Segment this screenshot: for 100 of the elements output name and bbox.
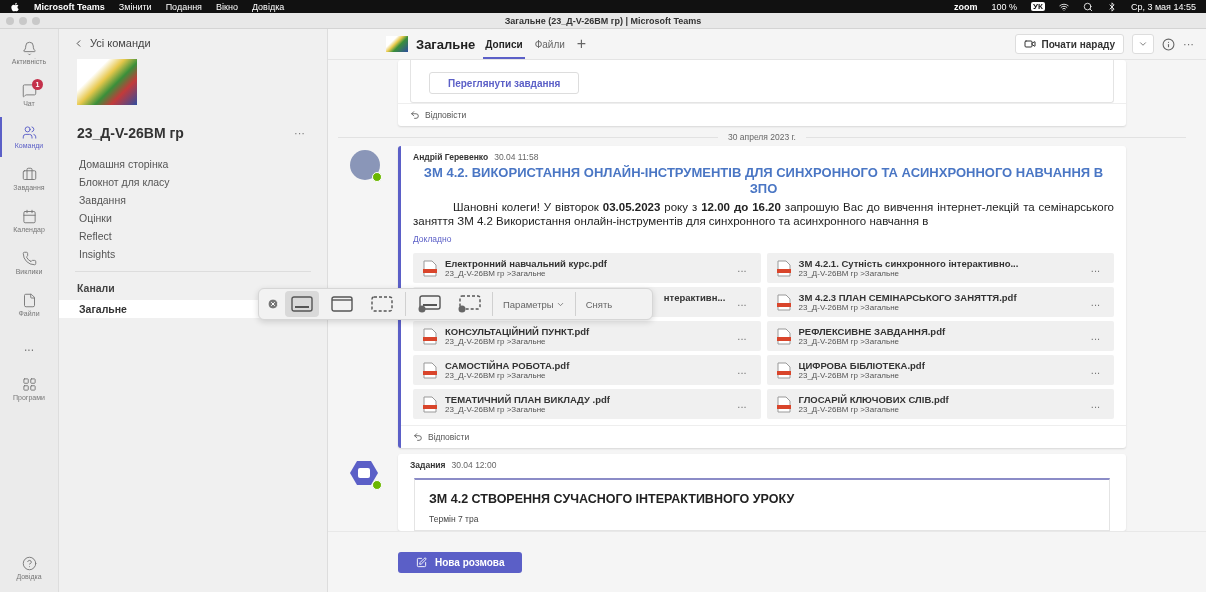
file-path: 23_Д-V-26ВМ гр >Загальне	[445, 269, 547, 278]
window-capture-icon	[331, 296, 353, 312]
team-nav-item[interactable]: Блокнот для класу	[59, 173, 327, 191]
file-name: ГЛОСАРІЙ КЛЮЧОВИХ СЛІВ.pdf	[798, 394, 950, 405]
reply-icon	[410, 110, 420, 120]
team-name: 23_Д-V-26ВМ гр	[77, 125, 184, 141]
team-nav-item[interactable]: Оцінки	[59, 209, 327, 227]
more-button[interactable]: ...	[1086, 296, 1104, 308]
file-name: САМОСТІЙНА РОБОТА.pdf	[445, 360, 571, 371]
compose-icon	[416, 556, 427, 568]
back-link[interactable]: Усі команди	[59, 37, 327, 49]
bot-avatar-icon	[350, 460, 378, 486]
people-icon	[21, 125, 37, 140]
file-attachment[interactable]: ТЕМАТИЧНИЙ ПЛАН ВИКЛАДУ .pdf 23_Д-V-26ВМ гр >Загальне ...	[413, 389, 761, 419]
info-button[interactable]	[1162, 37, 1175, 51]
presence-dot	[372, 480, 382, 490]
pdf-file-icon	[423, 259, 437, 277]
reply-button[interactable]: Відповісти	[398, 103, 1126, 126]
more-button[interactable]: ...	[733, 262, 751, 274]
file-name: РЕФЛЕКСИВНЕ ЗАВДАННЯ.pdf	[798, 326, 947, 337]
channel-tab[interactable]: Файли	[532, 29, 567, 59]
rail-item[interactable]: ...	[0, 327, 58, 367]
file-path: 23_Д-V-26ВМ гр >Загальне	[798, 303, 901, 312]
wifi-icon[interactable]	[1058, 1, 1069, 12]
capture-button[interactable]: Снять	[581, 298, 617, 310]
channel-name: Загальне	[416, 36, 476, 52]
app-menu[interactable]: Microsoft Teams	[34, 1, 105, 12]
more-button[interactable]: ...	[733, 296, 751, 308]
file-path: 23_Д-V-26ВМ гр >Загальне	[798, 405, 901, 414]
channel-tab[interactable]: Дописи	[483, 29, 525, 59]
file-attachment[interactable]: ЗМ 4.2.1. Сутність синхронного інтерактивно... 23_Д-V-26ВМ гр >Загальне ...	[766, 253, 1114, 283]
phone-icon	[21, 251, 37, 266]
view-task-button[interactable]: Переглянути завдання	[429, 72, 580, 94]
search-icon[interactable]	[1082, 1, 1093, 12]
screen-capture-icon	[291, 296, 313, 312]
message-title: ЗМ 4.2. ВИКОРИСТАННЯ ОНЛАЙН-ІНСТРУМЕНТІВ ДЛЯ СИНХРОННОГО ТА АСИНХРОННОГО НАВЧАННЯ В ЗПО	[422, 165, 1105, 197]
menu-item[interactable]: Подання	[165, 1, 202, 12]
see-more-link[interactable]: Докладно	[413, 234, 452, 244]
reply-button[interactable]: Відповісти	[401, 425, 1126, 448]
caret-icon	[1138, 39, 1148, 49]
close-icon[interactable]	[267, 298, 279, 310]
reply-icon	[413, 432, 423, 442]
clock[interactable]: Ср, 3 мая 14:55	[1130, 1, 1196, 12]
more-button[interactable]: ...	[1086, 262, 1104, 274]
menu-item[interactable]: Вікно	[216, 1, 238, 12]
task-title: ЗМ 4.2 СТВОРЕННЯ СУЧАСНОГО ІНТЕРАКТИВНОГО УРОКУ	[429, 492, 796, 506]
more-button[interactable]: ...	[733, 364, 751, 376]
more-button[interactable]: ...	[1086, 364, 1104, 376]
date-separator: 30 апреля 2023 г.	[728, 132, 796, 142]
file-attachment[interactable]: Електронний навчальний курс.pdf 23_Д-V-26ВМ гр >Загальне ...	[413, 253, 761, 283]
file-name: ТЕМАТИЧНИЙ ПЛАН ВИКЛАДУ .pdf	[445, 394, 611, 405]
battery-percent: 100 %	[991, 1, 1018, 12]
file-name: КОНСУЛЬТАЦІЙНИЙ ПУНКТ.pdf	[445, 326, 591, 337]
keyboard-layout[interactable]: УК	[1031, 2, 1045, 11]
more-button[interactable]: ...	[1086, 398, 1104, 410]
meet-button[interactable]: Почати нараду	[1015, 34, 1124, 54]
add-tab-button[interactable]: +	[574, 35, 589, 53]
due-date: Термін 7 тра	[429, 514, 480, 524]
avatar	[350, 150, 380, 180]
pdf-file-icon	[776, 395, 791, 413]
author-name: Андрій Геревенко	[413, 152, 489, 162]
file-path: 23_Д-V-26ВМ гр >Загальне	[798, 337, 901, 346]
zoom-status-item[interactable]: zoom	[954, 1, 978, 12]
capture-mode-button[interactable]	[285, 291, 319, 317]
apps-icon	[21, 377, 37, 392]
file-name: нтерактивн...	[663, 292, 726, 303]
file-attachment[interactable]: ЗМ 4.2.3 ПЛАН СЕМІНАРСЬКОГО ЗАНЯТТЯ.pdf 23_Д-V-26ВМ гр >Загальне ...	[766, 287, 1114, 317]
file-attachment[interactable]: ЦИФРОВА БІБЛІОТЕКА.pdf 23_Д-V-26ВМ гр >Загальне ...	[766, 355, 1114, 385]
pdf-file-icon	[423, 361, 437, 379]
bluetooth-icon[interactable]	[1106, 1, 1117, 12]
window-title: Загальне (23_Д-V-26ВМ гр) | Microsoft Teams	[503, 15, 703, 26]
message-time: 30.04 11:58	[494, 152, 539, 162]
team-nav-item[interactable]: Домашня сторінка	[59, 155, 327, 173]
file-attachment[interactable]: РЕФЛЕКСИВНЕ ЗАВДАННЯ.pdf 23_Д-V-26ВМ гр >Загальне ...	[766, 321, 1114, 351]
file-name: Електронний навчальний курс.pdf	[445, 258, 608, 269]
file-path: 23_Д-V-26ВМ гр >Загальне	[798, 371, 901, 380]
team-nav-item[interactable]: Reflect	[59, 227, 327, 245]
apple-icon[interactable]	[10, 1, 20, 12]
team-nav-item[interactable]: Insights	[59, 245, 327, 263]
options-button[interactable]: Параметры	[499, 298, 569, 310]
team-nav-item[interactable]: Завдання	[59, 191, 327, 209]
new-post-button[interactable]: Нова розмова	[398, 551, 523, 573]
presence-dot	[372, 172, 382, 182]
author-name: Задания	[410, 460, 446, 470]
more-button[interactable]: ...	[733, 330, 751, 342]
file-attachment[interactable]: КОНСУЛЬТАЦІЙНИЙ ПУНКТ.pdf 23_Д-V-26ВМ гр >Загальне ...	[413, 321, 761, 351]
pdf-file-icon	[776, 259, 791, 277]
more-button[interactable]: ...	[733, 398, 751, 410]
pdf-file-icon	[423, 395, 437, 413]
file-icon	[21, 293, 37, 308]
more-button[interactable]: ···	[290, 127, 309, 139]
more-button[interactable]: ...	[1086, 330, 1104, 342]
file-path: 23_Д-V-26ВМ гр >Загальне	[798, 269, 901, 278]
file-attachment[interactable]: ГЛОСАРІЙ КЛЮЧОВИХ СЛІВ.pdf 23_Д-V-26ВМ гр >Загальне ...	[766, 389, 1114, 419]
bell-icon	[21, 41, 37, 56]
menu-item[interactable]: Змінити	[118, 1, 152, 12]
channels-heading: Канали	[76, 282, 116, 294]
more-button[interactable]: ···	[1183, 38, 1194, 50]
file-attachment[interactable]: САМОСТІЙНА РОБОТА.pdf 23_Д-V-26ВМ гр >Загальне ...	[413, 355, 761, 385]
menu-item[interactable]: Довідка	[251, 1, 285, 12]
